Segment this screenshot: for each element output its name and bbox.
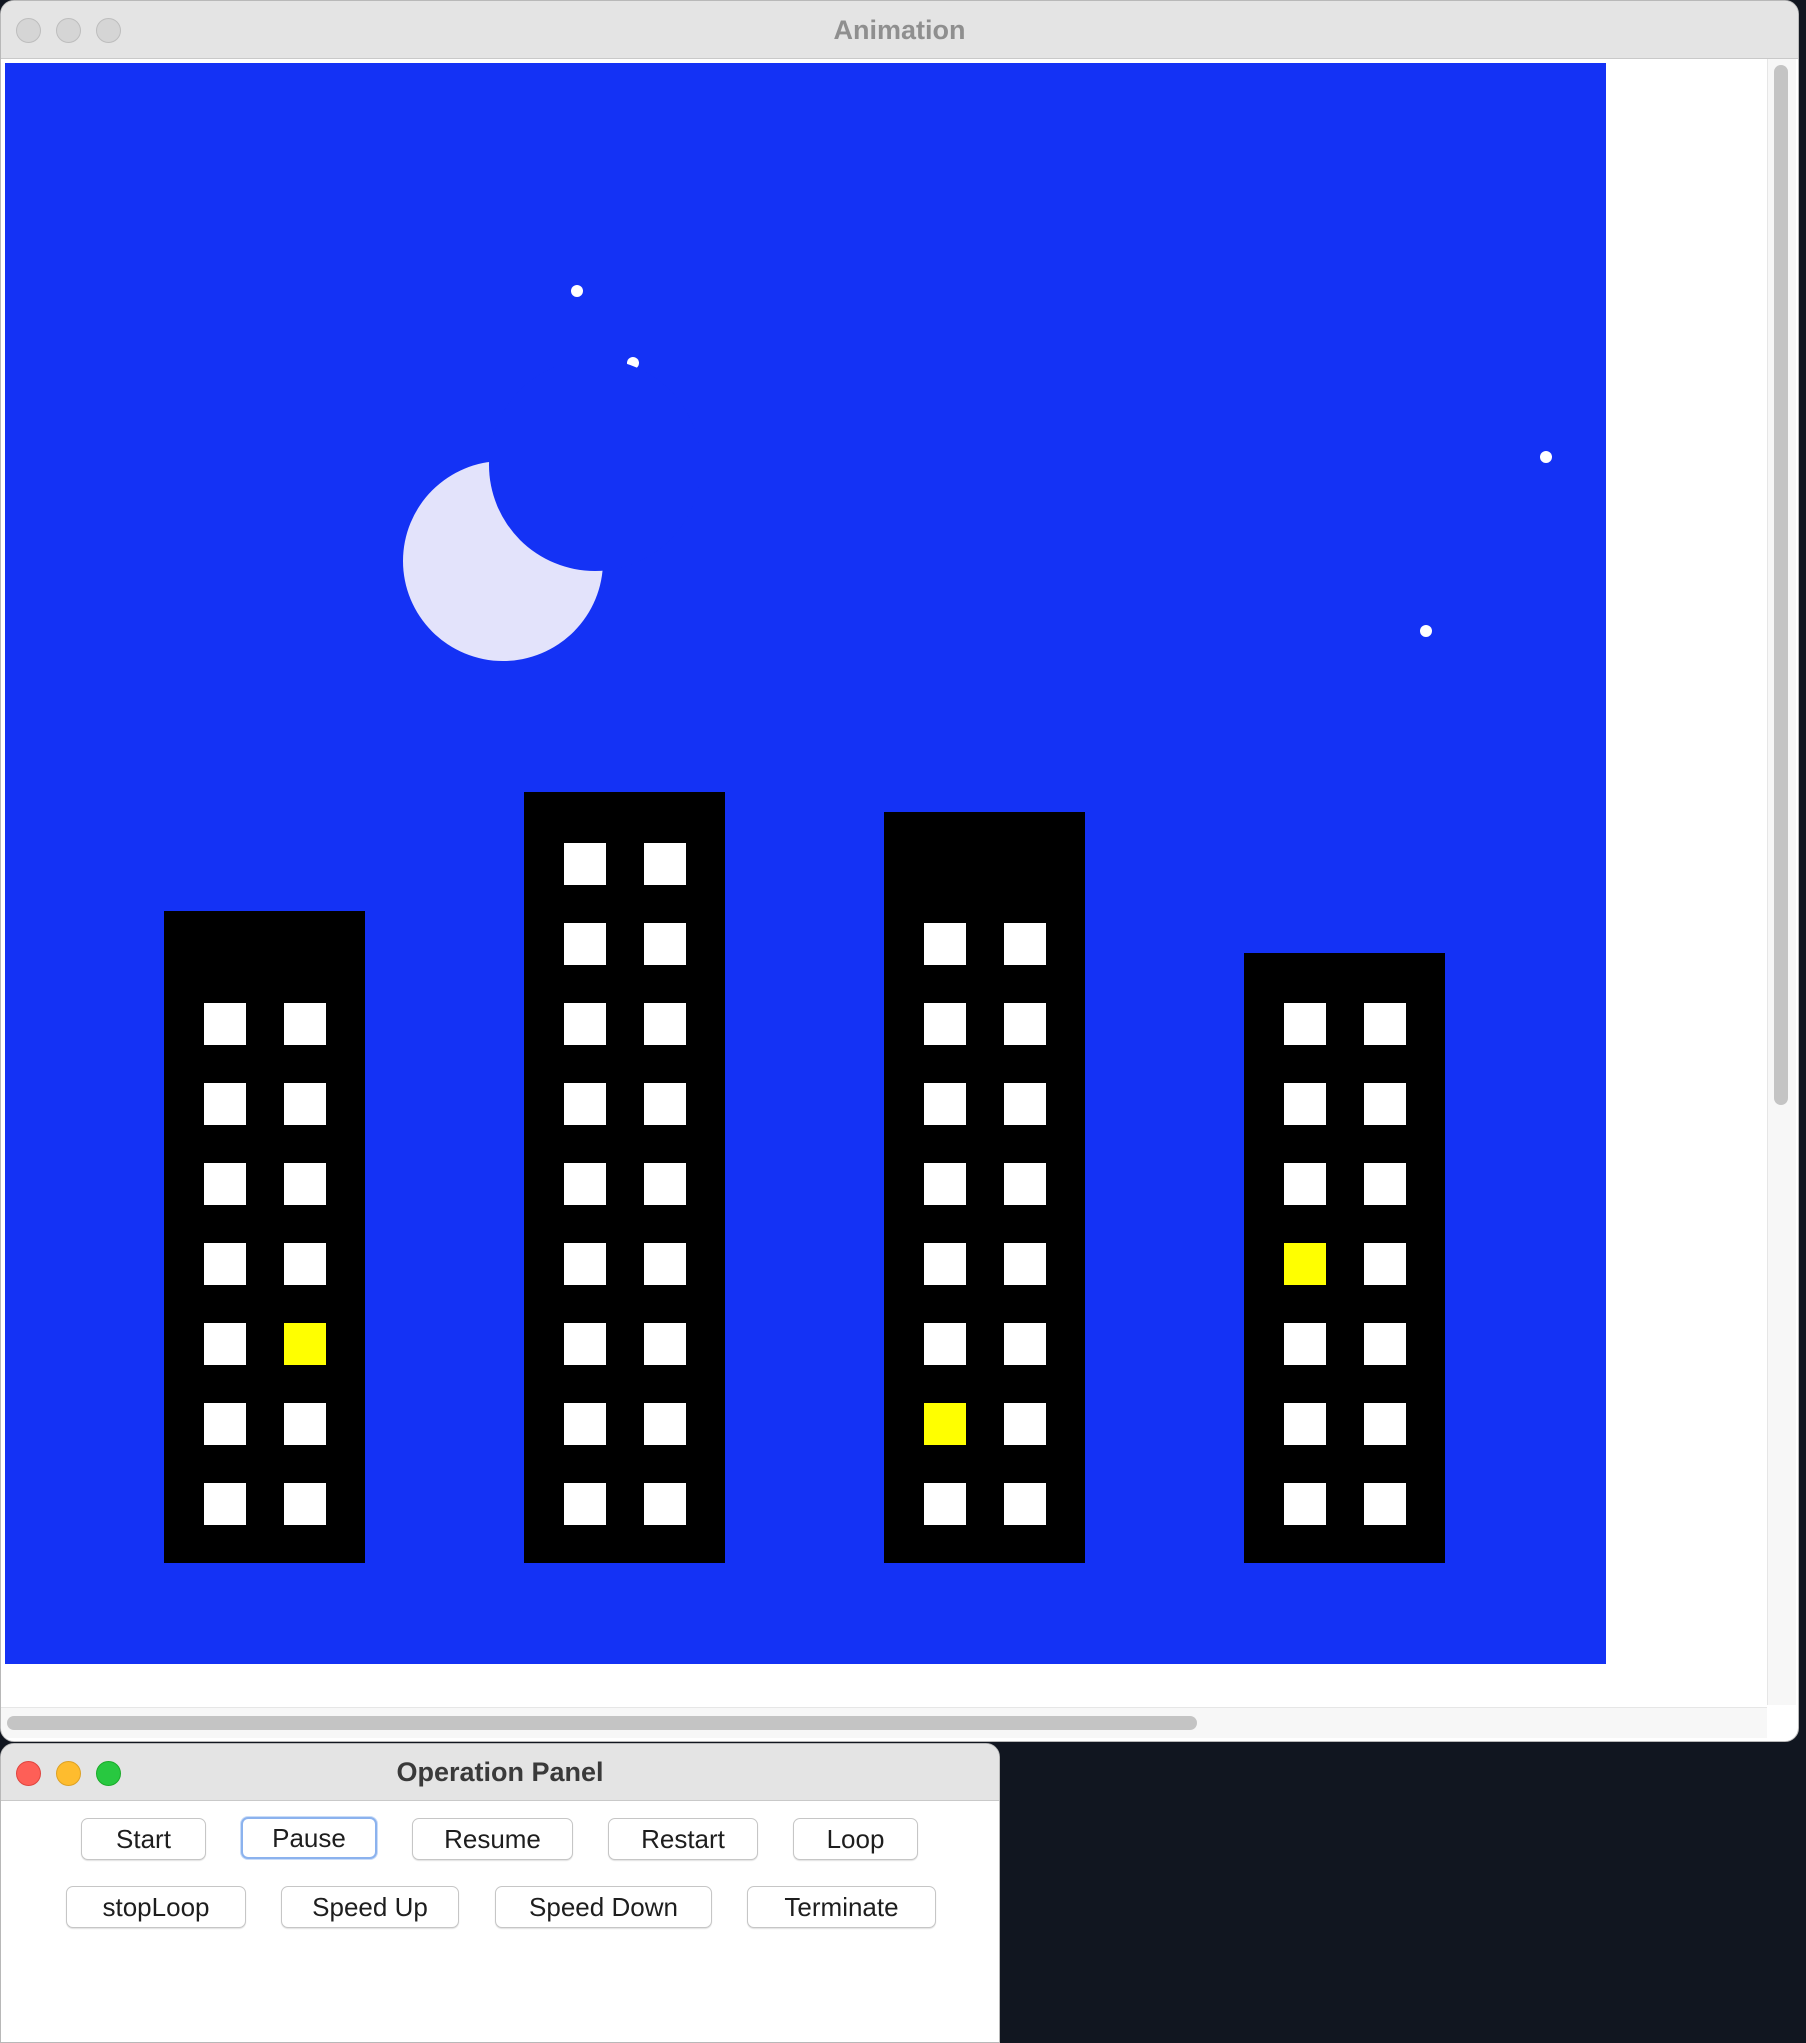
window [564, 1403, 606, 1445]
window-lit-yellow [1284, 1243, 1326, 1285]
animation-canvas [5, 63, 1606, 1664]
window [924, 1483, 966, 1525]
window [1364, 1243, 1406, 1285]
window [204, 1083, 246, 1125]
window [1284, 1083, 1326, 1125]
start-button[interactable]: Start [81, 1818, 206, 1860]
window [644, 1003, 686, 1045]
window [644, 1403, 686, 1445]
speed-up-button[interactable]: Speed Up [281, 1886, 459, 1928]
animation-window: Animation [0, 0, 1799, 1742]
window [924, 1163, 966, 1205]
window [924, 1003, 966, 1045]
vertical-scrollbar-thumb[interactable] [1774, 65, 1788, 1105]
window-lit-yellow [924, 1403, 966, 1445]
restart-button[interactable]: Restart [608, 1818, 758, 1860]
window [564, 1163, 606, 1205]
stop-loop-button[interactable]: stopLoop [66, 1886, 246, 1928]
window [644, 1163, 686, 1205]
window [1004, 923, 1046, 965]
window [1004, 1243, 1046, 1285]
window [1004, 1403, 1046, 1445]
window [644, 1323, 686, 1365]
window [1004, 1163, 1046, 1205]
window [564, 1483, 606, 1525]
window [1364, 1403, 1406, 1445]
window [204, 1003, 246, 1045]
building-1 [164, 911, 365, 1563]
window [1284, 1163, 1326, 1205]
window [204, 1323, 246, 1365]
window [1364, 1083, 1406, 1125]
window [644, 923, 686, 965]
window [204, 1243, 246, 1285]
window [924, 1243, 966, 1285]
window [564, 1003, 606, 1045]
window [1364, 1323, 1406, 1365]
operation-panel-titlebar[interactable]: Operation Panel [1, 1744, 999, 1801]
building-3 [884, 812, 1085, 1563]
window [284, 1243, 326, 1285]
window [924, 1323, 966, 1365]
window [644, 1243, 686, 1285]
star [1420, 625, 1432, 637]
window [1364, 1483, 1406, 1525]
window [204, 1403, 246, 1445]
window [1004, 1483, 1046, 1525]
window [204, 1483, 246, 1525]
window [1284, 1403, 1326, 1445]
scene-svg [5, 63, 1606, 1664]
star [571, 285, 583, 297]
window [284, 1483, 326, 1525]
window [1364, 1003, 1406, 1045]
window [284, 1003, 326, 1045]
window [564, 843, 606, 885]
star [1540, 451, 1552, 463]
window [564, 1083, 606, 1125]
window [564, 1243, 606, 1285]
operation-panel-title: Operation Panel [396, 1757, 604, 1787]
window [924, 923, 966, 965]
window [1004, 1323, 1046, 1365]
window [1004, 1083, 1046, 1125]
window [924, 1083, 966, 1125]
pause-button[interactable]: Pause [241, 1817, 377, 1859]
window [1284, 1003, 1326, 1045]
window [284, 1403, 326, 1445]
operation-panel-window: Operation Panel Start Pause Resume Resta… [0, 1743, 1000, 2043]
window [204, 1163, 246, 1205]
terminate-button[interactable]: Terminate [747, 1886, 936, 1928]
window-lit-yellow [284, 1323, 326, 1365]
window [284, 1163, 326, 1205]
window [1284, 1483, 1326, 1525]
building-4 [1244, 953, 1445, 1563]
speed-down-button[interactable]: Speed Down [495, 1886, 712, 1928]
animation-titlebar[interactable]: Animation [1, 1, 1798, 59]
window [1364, 1163, 1406, 1205]
loop-button[interactable]: Loop [793, 1818, 918, 1860]
resume-button[interactable]: Resume [412, 1818, 573, 1860]
building-2 [524, 792, 725, 1563]
window [1284, 1323, 1326, 1365]
window [644, 1083, 686, 1125]
window [564, 1323, 606, 1365]
window [1004, 1003, 1046, 1045]
window [284, 1083, 326, 1125]
window [564, 923, 606, 965]
horizontal-scrollbar-thumb[interactable] [7, 1716, 1197, 1730]
window [644, 843, 686, 885]
animation-window-title: Animation [833, 15, 966, 45]
moon-shadow [489, 359, 701, 571]
window [644, 1483, 686, 1525]
